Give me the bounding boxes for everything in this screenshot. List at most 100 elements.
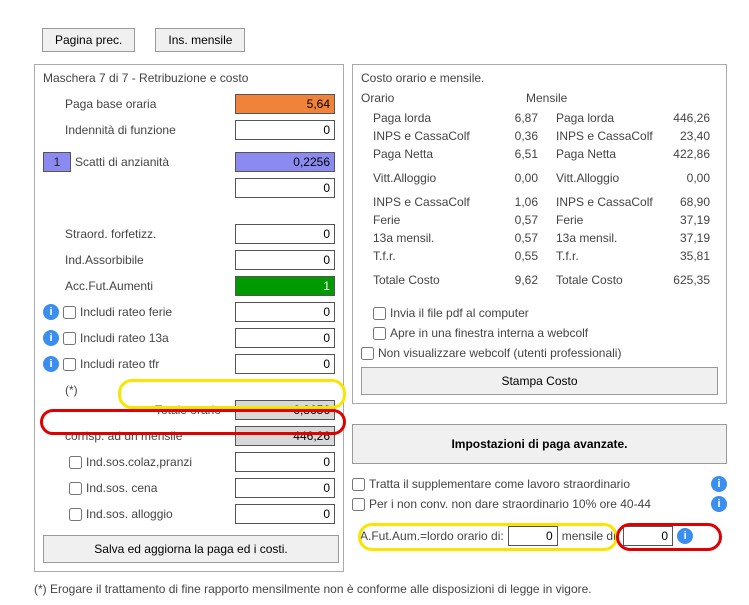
rateo-13a-checkbox[interactable] [63, 332, 76, 345]
cost-val: 0,00 [483, 171, 538, 185]
stampa-costo-button[interactable]: Stampa Costo [361, 367, 718, 395]
cost-val: 9,62 [483, 273, 538, 287]
allogg-label: Ind.sos. alloggio [86, 507, 231, 521]
cost-val: 23,40 [658, 129, 718, 143]
retribuzione-title: Maschera 7 di 7 - Retribuzione e costo [43, 71, 335, 85]
paga-base-input[interactable] [235, 94, 335, 114]
cost-label: INPS e CassaColf [538, 129, 658, 143]
cost-label: T.f.r. [373, 249, 483, 263]
cost-label: Paga Netta [538, 147, 658, 161]
colaz-checkbox[interactable] [69, 456, 82, 469]
rateo-tfr-checkbox[interactable] [63, 358, 76, 371]
info-icon[interactable]: i [43, 304, 59, 320]
prev-page-button[interactable]: Pagina prec. [42, 28, 135, 52]
rateo-tfr-label: Includi rateo tfr [80, 357, 231, 371]
orario-header: Orario [361, 91, 526, 105]
afut-input[interactable] [508, 526, 558, 546]
info-icon[interactable]: i [677, 528, 693, 544]
footnote: (*) Erogare il trattamento di fine rappo… [0, 578, 749, 596]
info-icon[interactable]: i [711, 476, 727, 492]
cost-val: 6,87 [483, 111, 538, 125]
paga-base-label: Paga base oraria [65, 97, 231, 111]
ins-mensile-button[interactable]: Ins. mensile [155, 28, 245, 52]
straord-input[interactable] [235, 224, 335, 244]
colaz-input[interactable] [235, 452, 335, 472]
mensile-header: Mensile [526, 91, 567, 105]
cost-val: 37,19 [658, 213, 718, 227]
rateo-ferie-checkbox[interactable] [63, 306, 76, 319]
rateo-13a-input[interactable] [235, 328, 335, 348]
cost-val: 35,81 [658, 249, 718, 263]
indennita-input[interactable] [235, 120, 335, 140]
totale-orario-label: Totale orario [43, 403, 231, 417]
star-note: (*) [65, 383, 335, 397]
nonvis-label: Non visualizzare webcolf (utenti profess… [378, 346, 621, 360]
rateo-ferie-input[interactable] [235, 302, 335, 322]
accfut-label: Acc.Fut.Aumenti [65, 279, 231, 293]
cost-label: T.f.r. [538, 249, 658, 263]
afut-label: A.Fut.Aum.=lordo orario di: [360, 529, 504, 543]
allogg-checkbox[interactable] [69, 508, 82, 521]
rateo-13a-label: Includi rateo 13a [80, 331, 231, 345]
cost-label: Paga Netta [373, 147, 483, 161]
rateo-tfr-input[interactable] [235, 354, 335, 374]
info-icon[interactable]: i [43, 356, 59, 372]
cost-val: 625,35 [658, 273, 718, 287]
cost-label: INPS e CassaColf [373, 129, 483, 143]
window-label: Apre in una finestra interna a webcolf [390, 326, 588, 340]
cost-val: 422,86 [658, 147, 718, 161]
cena-checkbox[interactable] [69, 482, 82, 495]
corrisp-label: corrisp. ad un mensile [65, 429, 231, 443]
info-icon[interactable]: i [711, 496, 727, 512]
pdf-checkbox[interactable] [373, 307, 386, 320]
cost-label: Ferie [538, 213, 658, 227]
cost-val: 0,36 [483, 129, 538, 143]
cena-label: Ind.sos. cena [86, 481, 231, 495]
impostazioni-button[interactable]: Impostazioni di paga avanzate. [352, 424, 727, 464]
window-checkbox[interactable] [373, 327, 386, 340]
assorb-input[interactable] [235, 250, 335, 270]
allogg-input[interactable] [235, 504, 335, 524]
suppl-label: Tratta il supplementare come lavoro stra… [369, 477, 630, 491]
cost-label: Vitt.Alloggio [373, 171, 483, 185]
retribuzione-panel: Maschera 7 di 7 - Retribuzione e costo P… [34, 64, 344, 572]
cost-label: Paga lorda [538, 111, 658, 125]
cost-label: Paga lorda [373, 111, 483, 125]
cost-val: 1,06 [483, 195, 538, 209]
cost-label: Vitt.Alloggio [538, 171, 658, 185]
cost-val: 0,55 [483, 249, 538, 263]
pdf-label: Invia il file pdf al computer [390, 306, 529, 320]
mensile-di-input[interactable] [623, 526, 673, 546]
indennita-label: Indennità di funzione [65, 123, 231, 137]
colaz-label: Ind.sos.colaz,pranzi [86, 455, 231, 469]
cost-val: 0,57 [483, 213, 538, 227]
save-button[interactable]: Salva ed aggiorna la paga ed i costi. [43, 535, 339, 563]
scatti-count-input[interactable] [43, 152, 71, 172]
cena-input[interactable] [235, 478, 335, 498]
cost-label: Totale Costo [373, 273, 483, 287]
nonconv-label: Per i non conv. non dare straordinario 1… [369, 497, 651, 511]
scatti-label: Scatti di anzianità [75, 155, 231, 169]
assorb-label: Ind.Assorbibile [65, 253, 231, 267]
costo-panel: Costo orario e mensile. Orario Mensile P… [352, 64, 727, 404]
rateo-ferie-label: Includi rateo ferie [80, 305, 231, 319]
suppl-checkbox[interactable] [352, 478, 365, 491]
scatti-input[interactable] [235, 152, 335, 172]
cost-label: INPS e CassaColf [538, 195, 658, 209]
cost-val: 0,00 [658, 171, 718, 185]
cost-label: INPS e CassaColf [373, 195, 483, 209]
cost-val: 6,51 [483, 147, 538, 161]
mensile-di-label: mensile di: [562, 529, 619, 543]
info-icon[interactable]: i [43, 330, 59, 346]
totale-orario-value [235, 400, 335, 420]
nonconv-checkbox[interactable] [352, 498, 365, 511]
corrisp-value [235, 426, 335, 446]
straord-label: Straord. forfetizz. [65, 227, 231, 241]
cost-val: 446,26 [658, 111, 718, 125]
blank1-input[interactable] [235, 178, 335, 198]
accfut-input[interactable] [235, 276, 335, 296]
cost-label: 13a mensil. [538, 231, 658, 245]
nonvis-checkbox[interactable] [361, 347, 374, 360]
costo-title: Costo orario e mensile. [361, 71, 718, 85]
cost-val: 0,57 [483, 231, 538, 245]
